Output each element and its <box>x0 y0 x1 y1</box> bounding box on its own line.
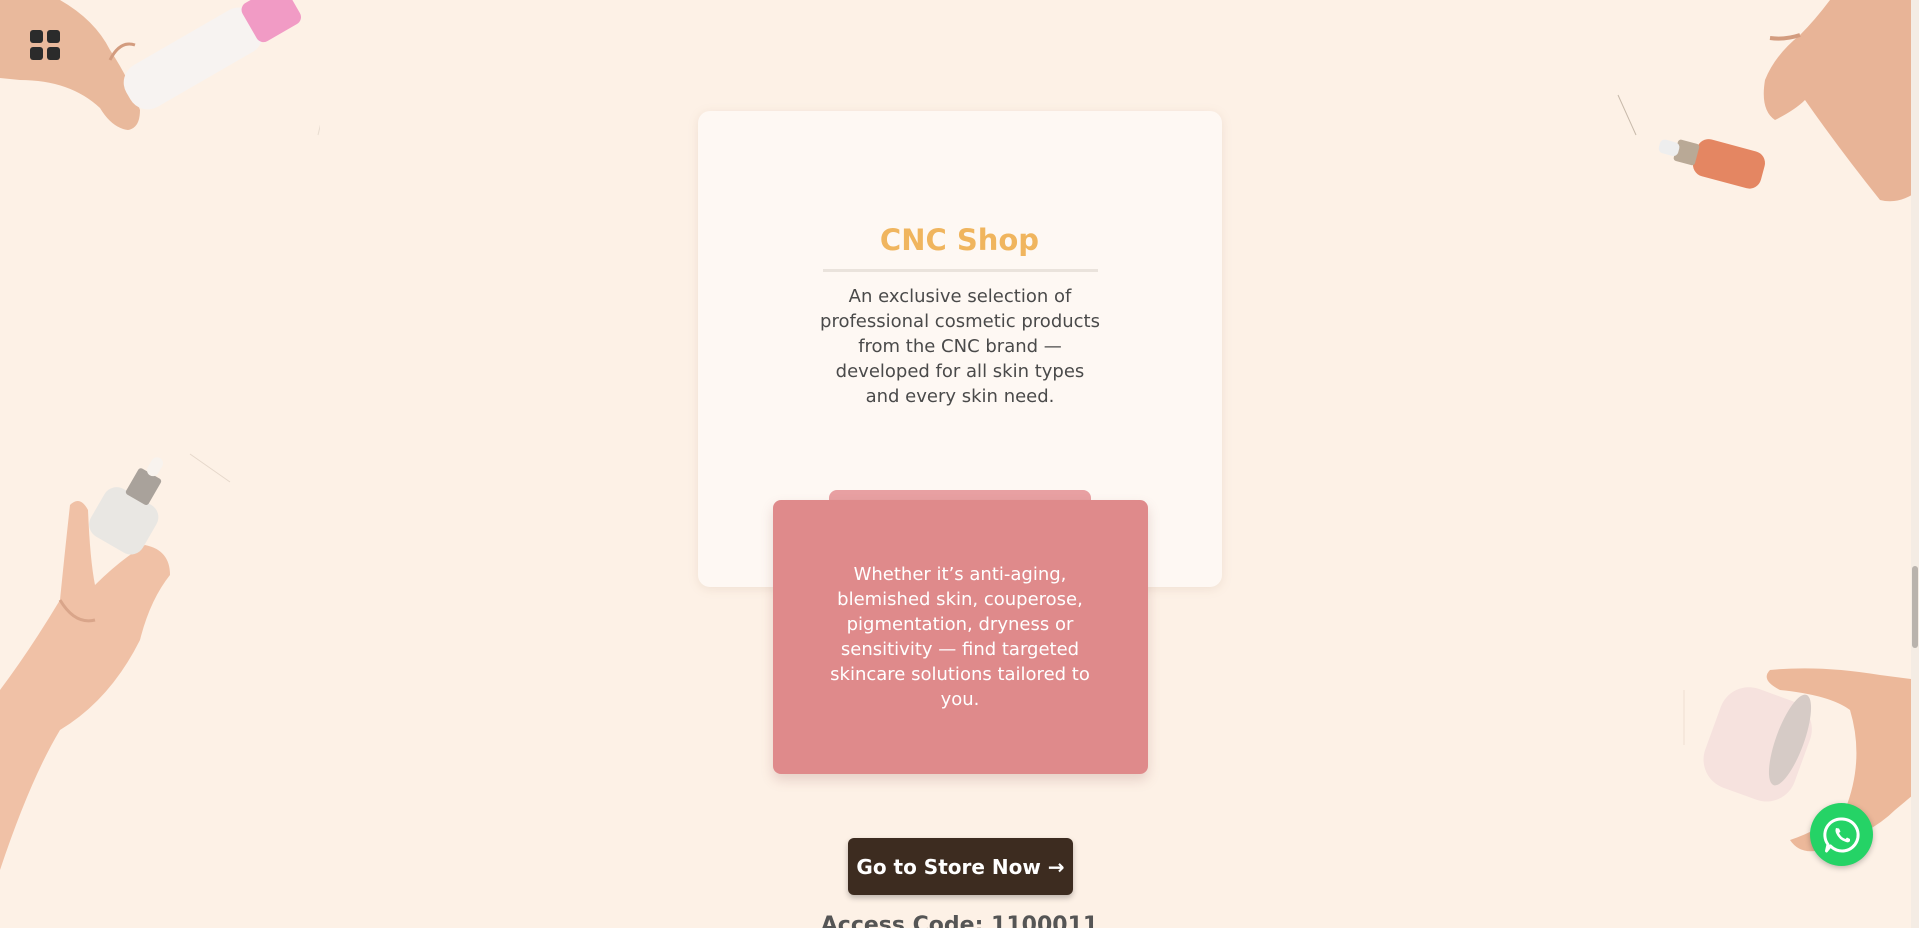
hand-holding-cream-jar-image <box>1683 668 1919 852</box>
page-scrollbar[interactable] <box>1911 0 1919 928</box>
grid-cell <box>30 30 43 43</box>
grid-cell <box>47 47 60 60</box>
grid-menu-icon[interactable] <box>30 30 60 60</box>
go-to-store-button[interactable]: Go to Store Now → <box>848 838 1073 895</box>
whatsapp-button[interactable] <box>1810 803 1873 866</box>
grid-cell <box>47 30 60 43</box>
title-divider <box>823 269 1098 272</box>
scrollbar-thumb[interactable] <box>1912 566 1918 648</box>
landing-page: CNC Shop An exclusive selection of profe… <box>0 0 1919 928</box>
whatsapp-icon <box>1822 816 1860 852</box>
hand-holding-tube-image <box>0 0 320 136</box>
grid-cell <box>30 47 43 60</box>
shop-title: CNC Shop <box>879 223 1040 257</box>
skin-concerns-text: Whether it’s anti-aging, blemished skin,… <box>830 564 1090 710</box>
hand-holding-serum-bottle-image <box>1617 0 1919 202</box>
shop-description: An exclusive selection of professional c… <box>820 286 1100 407</box>
hand-holding-dropper-bottle-image <box>0 453 231 870</box>
access-code-text: Access Code: 1100011 <box>820 913 1099 928</box>
